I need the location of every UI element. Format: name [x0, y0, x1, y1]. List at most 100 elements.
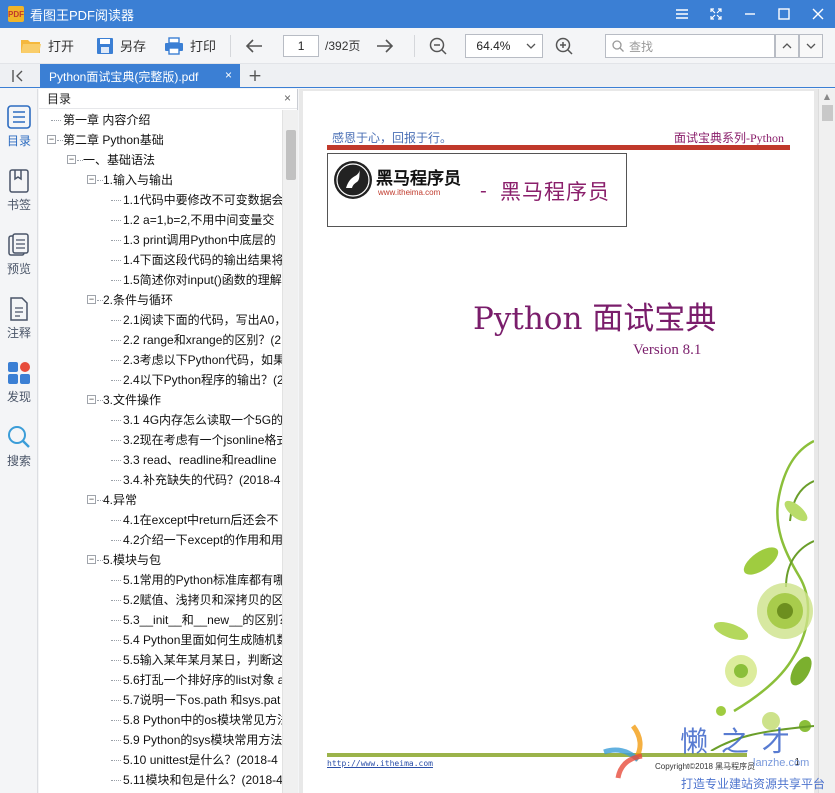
scroll-up-icon[interactable]: ▲ — [819, 89, 835, 104]
outline-item[interactable]: 5.5输入某年某月某日，判断这 — [39, 650, 282, 670]
outline-item[interactable]: − 第二章 Python基础 — [39, 130, 282, 150]
outline-item[interactable]: 1.1代码中要修改不可变数据会 — [39, 190, 282, 210]
open-button[interactable]: 打开 — [14, 32, 80, 60]
close-icon[interactable] — [801, 0, 835, 28]
viewer-scrollbar[interactable]: ▲ — [818, 89, 835, 793]
search-prev-button[interactable] — [775, 34, 799, 58]
fullscreen-icon[interactable] — [699, 0, 733, 28]
outline-close-icon[interactable]: × — [284, 91, 291, 105]
outline-item[interactable]: 2.2 range和xrange的区别？(2 — [39, 330, 282, 350]
save-as-button[interactable]: 另存 — [90, 32, 152, 60]
next-page-button[interactable] — [370, 32, 406, 60]
add-tab-button[interactable]: + — [246, 66, 264, 86]
outline-item[interactable]: 2.1阅读下面的代码，写出A0， — [39, 310, 282, 330]
tree-connector — [111, 440, 121, 441]
outline-scrollbar-thumb[interactable] — [286, 130, 296, 180]
outline-item[interactable]: 3.2现在考虑有一个jsonline格式 — [39, 430, 282, 450]
tab-document[interactable]: Python面试宝典(完整版).pdf × — [40, 64, 240, 88]
outline-item[interactable]: 2.4以下Python程序的输出？(2 — [39, 370, 282, 390]
outline-item-label: 5.6打乱一个排好序的list对象 a — [123, 673, 282, 687]
tree-connector — [111, 540, 121, 541]
outline-item[interactable]: −4.异常 — [39, 490, 282, 510]
outline-item[interactable]: 5.6打乱一个排好序的list对象 a — [39, 670, 282, 690]
document-viewer[interactable]: 感恩于心，回报于行。 面试宝典系列-Python 黑马程序员 www.ithei… — [299, 89, 835, 793]
expand-toggle-icon[interactable]: − — [67, 155, 76, 164]
outline-item[interactable]: 5.11模块和包是什么？(2018-4 — [39, 770, 282, 790]
title-bar: PDF 看图王PDF阅读器 — [0, 0, 835, 28]
print-button[interactable]: 打印 — [158, 32, 222, 60]
outline-item[interactable]: 4.2介绍一下except的作用和用 — [39, 530, 282, 550]
search-input[interactable]: 查找 — [605, 34, 775, 58]
outline-item[interactable]: 1.3 print调用Python中底层的 — [39, 230, 282, 250]
outline-item[interactable]: 3.3 read、readline和readline — [39, 450, 282, 470]
tree-connector — [111, 260, 121, 261]
tree-connector — [111, 280, 121, 281]
zoom-out-button[interactable] — [423, 32, 459, 60]
maximize-icon[interactable] — [767, 0, 801, 28]
outline-item-label: 3.2现在考虑有一个jsonline格式 — [123, 433, 282, 447]
outline-item-label: 5.1常用的Python标准库都有哪 — [123, 573, 282, 587]
expand-toggle-icon[interactable]: − — [87, 495, 96, 504]
outline-item-label: 第二章 Python基础 — [63, 133, 164, 147]
search-placeholder: 查找 — [629, 39, 654, 54]
outline-item[interactable]: −3.文件操作 — [39, 390, 282, 410]
outline-item[interactable]: 5.2赋值、浅拷贝和深拷贝的区 — [39, 590, 282, 610]
logo-dash: - — [480, 178, 487, 202]
outline-item[interactable]: 1.2 a=1,b=2,不用中间变量交 — [39, 210, 282, 230]
outline-item[interactable]: 5.1常用的Python标准库都有哪 — [39, 570, 282, 590]
outline-item-label: 2.1阅读下面的代码，写出A0， — [123, 313, 282, 327]
tree-connector — [111, 360, 121, 361]
expand-toggle-icon[interactable]: − — [87, 555, 96, 564]
search-next-button[interactable] — [799, 34, 823, 58]
outline-item[interactable]: 5.9 Python的sys模块常用方法 — [39, 730, 282, 750]
minimize-icon[interactable] — [733, 0, 767, 28]
outline-item[interactable]: − 一、基础语法 — [39, 150, 282, 170]
outline-item[interactable]: 5.4 Python里面如何生成随机数 — [39, 630, 282, 650]
sidebar-item-label: 搜索 — [6, 454, 31, 468]
outline-scrollbar[interactable] — [282, 110, 298, 793]
outline-item[interactable]: 1.4下面这段代码的输出结果将 — [39, 250, 282, 270]
sidebar-item-label: 目录 — [6, 134, 31, 148]
outline-item[interactable]: 5.8 Python中的os模块常见方法 — [39, 710, 282, 730]
expand-toggle-icon[interactable]: − — [87, 175, 96, 184]
outline-item[interactable]: 4.1在except中return后还会不 — [39, 510, 282, 530]
outline-item[interactable]: −2.条件与循环 — [39, 290, 282, 310]
window-controls — [665, 0, 835, 28]
sidebar-item-annotations[interactable]: 注释 — [0, 281, 38, 345]
search-icon — [8, 426, 30, 448]
tree-connector — [111, 600, 121, 601]
zoom-in-button[interactable] — [549, 32, 585, 60]
page-total: /392页 — [325, 39, 361, 53]
tree-connector — [111, 740, 121, 741]
sidebar-item-discover[interactable]: 发现 — [0, 345, 38, 409]
outline-item[interactable]: 3.4.补充缺失的代码？(2018-4 — [39, 470, 282, 490]
prev-page-button[interactable] — [239, 32, 275, 60]
expand-toggle-icon[interactable]: − — [47, 135, 56, 144]
outline-item[interactable]: 2.3考虑以下Python代码，如果 — [39, 350, 282, 370]
viewer-scrollbar-thumb[interactable] — [822, 105, 833, 121]
expand-toggle-icon[interactable]: − — [87, 295, 96, 304]
menu-icon[interactable] — [665, 0, 699, 28]
expand-toggle-icon[interactable]: − — [87, 395, 96, 404]
outline-item[interactable]: 第一章 内容介绍 — [39, 110, 282, 130]
tree-connector — [51, 120, 61, 121]
outline-item[interactable]: 5.3__init__和__new__的区别？ — [39, 610, 282, 630]
page-number-input[interactable]: 1 — [283, 34, 320, 57]
tab-close-icon[interactable]: × — [225, 68, 232, 82]
outline-item-label: 2.2 range和xrange的区别？(2 — [123, 333, 282, 347]
sidebar-item-search[interactable]: 搜索 — [0, 409, 38, 473]
outline-item[interactable]: 3.1 4G内存怎么读取一个5G的 — [39, 410, 282, 430]
outline-item[interactable]: 1.5简述你对input()函数的理解 — [39, 270, 282, 290]
outline-item-label: 2.3考虑以下Python代码，如果 — [123, 353, 282, 367]
zoom-select[interactable]: 64.4% — [465, 33, 544, 58]
outline-item[interactable]: 5.7说明一下os.path 和sys.pat — [39, 690, 282, 710]
outline-item[interactable]: 5.10 unittest是什么？(2018-4 — [39, 750, 282, 770]
outline-item[interactable]: −5.模块与包 — [39, 550, 282, 570]
zoom-in-icon — [556, 37, 573, 55]
sidebar-item-preview[interactable]: 预览 — [0, 217, 38, 281]
sidebar-item-outline[interactable]: 目录 — [0, 89, 38, 153]
collapse-sidebar-button[interactable] — [10, 67, 28, 85]
sidebar-item-bookmarks[interactable]: 书签 — [0, 153, 38, 217]
outline-item[interactable]: −1.输入与输出 — [39, 170, 282, 190]
page-footer-url[interactable]: http://www.itheima.com — [327, 759, 433, 768]
